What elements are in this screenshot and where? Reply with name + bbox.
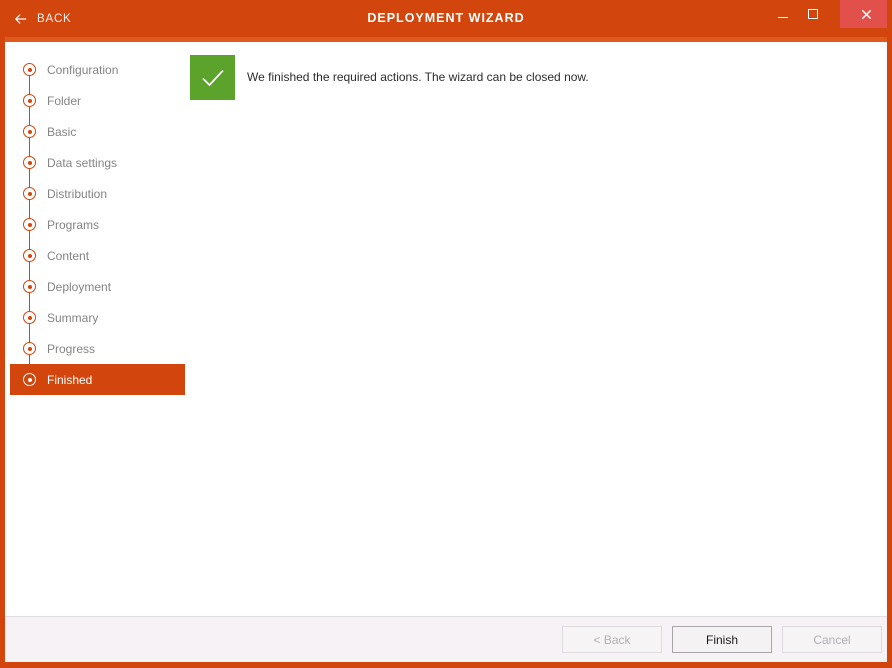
title-bar-accent-strip bbox=[5, 37, 887, 42]
sidebar-item-label: Data settings bbox=[47, 155, 118, 170]
minimize-icon bbox=[778, 17, 788, 18]
sidebar-item-content[interactable]: Content bbox=[5, 240, 190, 271]
sidebar-item-label: Configuration bbox=[47, 62, 119, 77]
back-button-label: BACK bbox=[37, 13, 72, 25]
step-marker-icon bbox=[23, 94, 36, 107]
sidebar-item-label: Basic bbox=[47, 124, 77, 139]
sidebar-item-basic[interactable]: Basic bbox=[5, 116, 190, 147]
title-bar: BACK DEPLOYMENT WIZARD bbox=[5, 0, 887, 37]
sidebar-item-folder[interactable]: Folder bbox=[5, 85, 190, 116]
maximize-button[interactable] bbox=[800, 0, 826, 28]
footer-bar: < Back Finish Cancel bbox=[5, 616, 887, 662]
finish-button[interactable]: Finish bbox=[672, 626, 772, 653]
sidebar-item-configuration[interactable]: Configuration bbox=[5, 54, 190, 85]
step-highlight bbox=[10, 364, 185, 395]
back-button[interactable]: BACK bbox=[10, 8, 76, 30]
window-title: DEPLOYMENT WIZARD bbox=[367, 11, 525, 25]
step-marker-icon bbox=[23, 249, 36, 262]
sidebar-item-label: Deployment bbox=[47, 279, 112, 294]
sidebar-item-programs[interactable]: Programs bbox=[5, 209, 190, 240]
sidebar-item-finished[interactable]: Finished bbox=[5, 364, 190, 395]
sidebar-item-data-settings[interactable]: Data settings bbox=[5, 147, 190, 178]
step-marker-icon bbox=[23, 311, 36, 324]
arrow-left-icon bbox=[14, 12, 28, 26]
sidebar-item-label: Programs bbox=[47, 217, 100, 232]
step-marker-icon bbox=[23, 373, 36, 386]
sidebar-item-label: Progress bbox=[47, 341, 96, 356]
footer-button-group: < Back Finish Cancel bbox=[562, 626, 882, 653]
cancel-button[interactable]: Cancel bbox=[782, 626, 882, 653]
sidebar-item-summary[interactable]: Summary bbox=[5, 302, 190, 333]
sidebar-item-label: Finished bbox=[47, 372, 93, 387]
step-marker-icon bbox=[23, 156, 36, 169]
sidebar-item-label: Distribution bbox=[47, 186, 108, 201]
completion-message: We finished the required actions. The wi… bbox=[247, 70, 589, 84]
step-marker-icon bbox=[23, 342, 36, 355]
wizard-window: BACK DEPLOYMENT WIZARD Configuration Fol… bbox=[0, 0, 892, 668]
step-marker-icon bbox=[23, 280, 36, 293]
main-panel: We finished the required actions. The wi… bbox=[190, 42, 887, 616]
maximize-icon bbox=[808, 9, 818, 19]
sidebar-item-label: Content bbox=[47, 248, 90, 263]
sidebar-item-label: Summary bbox=[47, 310, 99, 325]
success-badge bbox=[190, 55, 235, 100]
sidebar-item-deployment[interactable]: Deployment bbox=[5, 271, 190, 302]
sidebar-item-label: Folder bbox=[47, 93, 82, 108]
close-button[interactable] bbox=[840, 0, 887, 28]
completion-status: We finished the required actions. The wi… bbox=[190, 55, 589, 100]
step-marker-icon bbox=[23, 125, 36, 138]
step-marker-icon bbox=[23, 63, 36, 76]
sidebar-item-distribution[interactable]: Distribution bbox=[5, 178, 190, 209]
sidebar-item-progress[interactable]: Progress bbox=[5, 333, 190, 364]
close-icon bbox=[861, 9, 872, 20]
back-nav-button[interactable]: < Back bbox=[562, 626, 662, 653]
window-controls bbox=[770, 0, 887, 28]
content-area: Configuration Folder Basic Data settings bbox=[5, 42, 887, 616]
checkmark-icon bbox=[200, 65, 226, 91]
step-marker-icon bbox=[23, 218, 36, 231]
minimize-button[interactable] bbox=[770, 0, 796, 28]
step-marker-icon bbox=[23, 187, 36, 200]
wizard-step-list: Configuration Folder Basic Data settings bbox=[5, 42, 190, 395]
